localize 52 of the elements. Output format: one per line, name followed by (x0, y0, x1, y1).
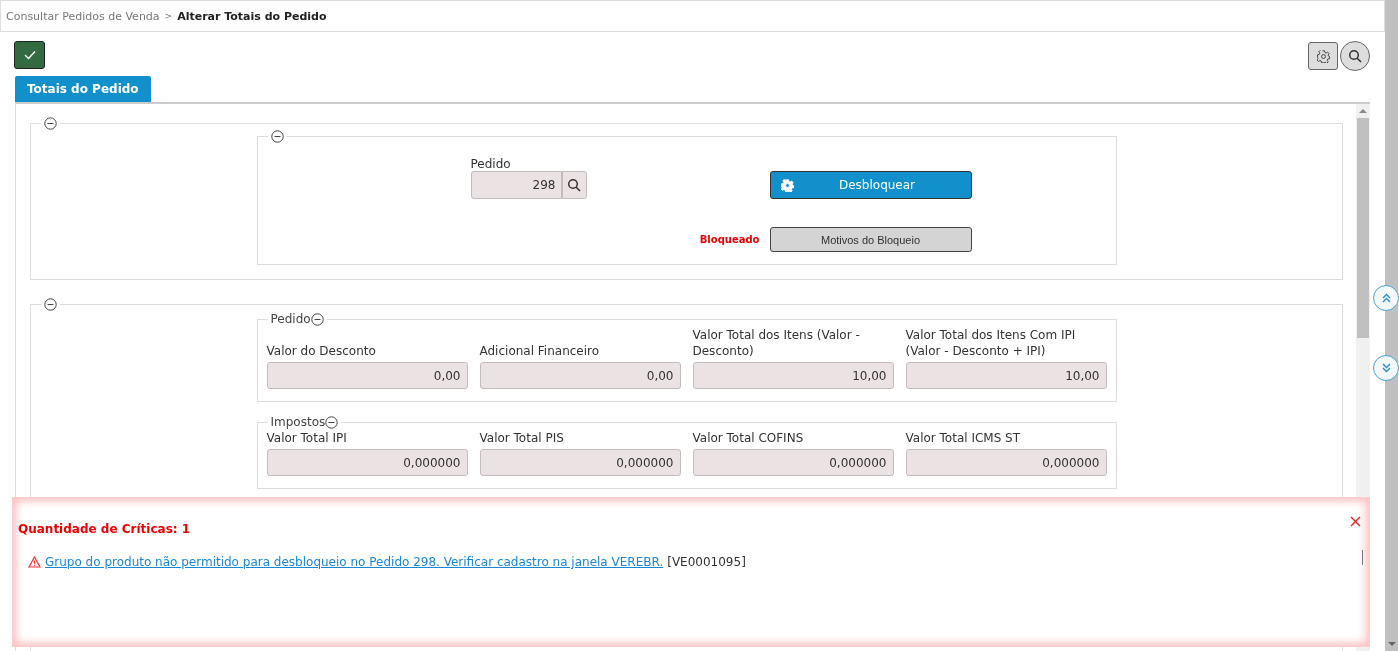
field-label: Valor Total COFINS (692, 430, 805, 446)
group-title: Pedido (270, 311, 311, 327)
alert-title: Quantidade de Críticas: 1 (18, 522, 191, 536)
field-label: Valor Total IPI (266, 430, 348, 446)
field-label: Valor do Desconto (266, 343, 377, 359)
breadcrumb-current: Alterar Totais do Pedido (177, 9, 327, 23)
order-number-field[interactable]: 298 (470, 171, 562, 199)
breadcrumb-link[interactable]: Consultar Pedidos de Venda (6, 9, 160, 23)
warning-icon (28, 556, 41, 568)
input-field[interactable]: 0,00 (479, 362, 681, 389)
settings-button[interactable] (1308, 42, 1338, 70)
input-field[interactable]: 10,00 (905, 362, 1107, 389)
group-title: Impostos (270, 414, 326, 430)
settings-icon (1316, 49, 1330, 63)
breadcrumb-separator: > (164, 11, 173, 21)
tab[interactable]: Totais do Pedido (15, 76, 151, 102)
input-field[interactable]: 0,000000 (905, 449, 1107, 476)
status-text: Bloqueado (699, 234, 761, 245)
field-label: Valor Total dos Itens Com IPI (Valor - Desconto + IPI) (905, 327, 1077, 359)
block-reasons-button[interactable]: Motivos do Bloqueio (769, 227, 972, 252)
message-link[interactable]: Grupo do produto não permitido para desbloqueio no Pedido 298. Verificar cadastro na janela VEREBR. (45, 555, 664, 569)
scrollbar-thumb[interactable] (1357, 118, 1369, 338)
input-field[interactable]: 0,000000 (479, 449, 681, 476)
field-label: Valor Total ICMS ST (905, 430, 1022, 446)
error-code: [VE0001095] (667, 555, 746, 569)
collapse-icon[interactable] (310, 312, 324, 326)
lookup-button[interactable] (561, 171, 587, 199)
double-chevron-up-icon (1381, 293, 1391, 303)
scroll-top-button[interactable] (1373, 285, 1399, 311)
double-chevron-down-icon (1381, 363, 1391, 373)
input-field[interactable]: 0,000000 (266, 449, 468, 476)
close-icon[interactable] (1350, 516, 1361, 527)
input-field[interactable]: 0,000000 (692, 449, 894, 476)
collapse-icon[interactable] (44, 117, 57, 130)
field-label: Valor Total dos Itens (Valor - Desconto) (692, 327, 861, 359)
checkmark-icon (23, 50, 36, 60)
search-icon (567, 178, 581, 192)
search-button[interactable] (1340, 41, 1370, 71)
input-field[interactable]: 10,00 (692, 362, 894, 389)
field-label: Valor Total PIS (479, 430, 565, 446)
scrollbar[interactable] (1385, 0, 1398, 651)
collapse-icon[interactable] (270, 130, 284, 143)
confirm-button[interactable] (14, 41, 45, 69)
collapse-icon[interactable] (325, 415, 339, 429)
unlock-button[interactable]: Desbloquear (769, 171, 972, 199)
field-label: Adicional Financeiro (479, 343, 601, 359)
gear-icon (780, 178, 794, 192)
collapse-icon[interactable] (44, 298, 57, 311)
scroll-bottom-button[interactable] (1373, 355, 1399, 381)
field-label: Pedido (470, 157, 512, 171)
input-field[interactable]: 0,00 (266, 362, 468, 389)
search-icon (1348, 49, 1362, 63)
